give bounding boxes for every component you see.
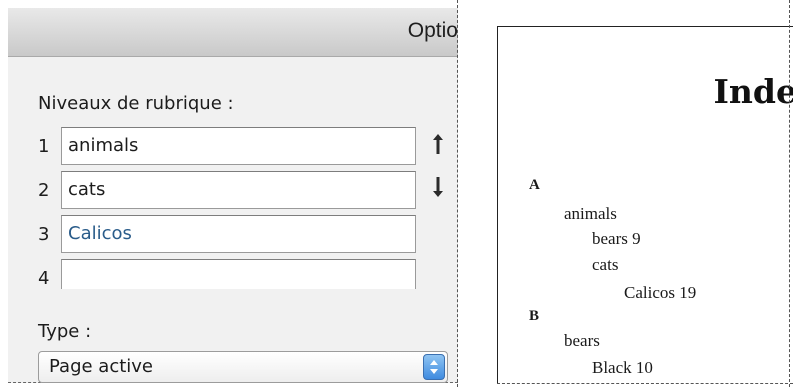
- index-entry-level1: bears: [564, 331, 600, 350]
- index-options-dialog: Optio Niveaux de rubrique : 1 animals 2 …: [8, 8, 458, 383]
- level-2-field[interactable]: cats: [61, 171, 416, 209]
- index-section-letter: B: [529, 308, 540, 324]
- index-entry-level2: cats: [592, 255, 619, 274]
- type-select[interactable]: Page active: [38, 351, 448, 383]
- page-dashed-edge-right: [789, 0, 790, 387]
- dialog-titlebar: Optio: [8, 8, 458, 57]
- index-entry-level1: animals: [564, 204, 617, 223]
- arrow-down-icon[interactable]: [428, 175, 448, 205]
- index-entry-level2: bears 9: [592, 229, 641, 248]
- level-1-field[interactable]: animals: [61, 127, 416, 165]
- panel-dashed-edge: [457, 0, 458, 387]
- level-1-number: 1: [38, 136, 50, 157]
- level-4-field[interactable]: [61, 259, 416, 289]
- index-section-letter: A: [529, 177, 540, 193]
- arrow-up-icon[interactable]: [428, 132, 448, 162]
- index-entry-level2: Black 10: [592, 358, 653, 377]
- level-4-number: 4: [38, 268, 50, 289]
- dialog-title: Optio: [407, 19, 458, 42]
- level-3-field[interactable]: Calicos: [61, 215, 416, 253]
- select-stepper-icon[interactable]: [423, 354, 445, 380]
- page-dashed-edge-bottom: [497, 383, 793, 384]
- heading-levels-label: Niveaux de rubrique :: [38, 93, 234, 114]
- index-entry-level3: Calicos 19: [624, 283, 697, 302]
- page-heading: Inde: [713, 72, 793, 111]
- level-3-number: 3: [38, 224, 50, 245]
- level-2-number: 2: [38, 180, 50, 201]
- type-label: Type :: [38, 321, 92, 342]
- type-select-value: Page active: [49, 356, 154, 377]
- index-page-preview: Inde A animals bears 9 cats Calicos 19 B…: [497, 26, 793, 384]
